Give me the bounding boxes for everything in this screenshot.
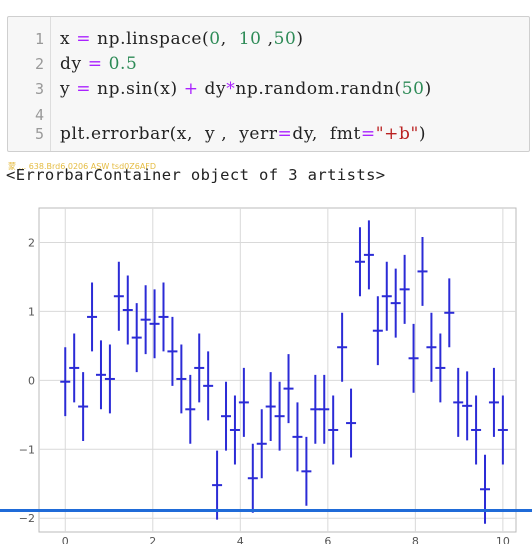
code-token: )	[296, 29, 304, 49]
x-tick-label: 2	[149, 535, 156, 544]
y-tick-label: 2	[28, 236, 35, 249]
code-token: dy, fmt	[292, 124, 361, 144]
code-token: )	[418, 124, 427, 144]
y-tick-label: −2	[19, 512, 35, 525]
code-line: dy = 0.5	[60, 54, 137, 74]
code-line: x = np.linspace(0, 10 ,50)	[60, 29, 304, 49]
line-number: 5	[34, 125, 44, 143]
code-token: 0	[209, 29, 221, 49]
code-token: =	[76, 29, 92, 49]
selection-line	[0, 509, 532, 512]
y-tick-label: 0	[28, 374, 35, 387]
code-token: x	[60, 29, 77, 49]
code-line: plt.errorbar(x, y , yerr=dy, fmt="+b")	[60, 124, 426, 144]
x-tick-label: 0	[62, 535, 69, 544]
code-line: y = np.sin(x) + dy*np.random.randn(50)	[60, 79, 432, 99]
code-cell[interactable]: 1x = np.linspace(0, 10 ,50) 2 dy = 0.5 3 y =…	[7, 16, 530, 152]
code-token: "+b"	[375, 124, 419, 144]
code-token: dy	[60, 54, 88, 74]
x-tick-label: 10	[496, 535, 510, 544]
code-token: np.sin(x)	[91, 79, 184, 99]
y-tick-label: 1	[28, 305, 35, 318]
errorbar-chart: 0 2 4 6 8 10 −2 −1 0 1 2	[19, 207, 517, 544]
code-token: =	[360, 124, 376, 144]
code-token: =	[87, 54, 103, 74]
code-token: ,	[220, 29, 239, 49]
code-token: np.random.randn(	[235, 79, 402, 99]
y-tick-label: −1	[19, 443, 35, 456]
code-token: np.linspace(	[91, 29, 210, 49]
code-token: )	[424, 79, 432, 99]
code-token: 50	[273, 29, 297, 49]
code-token: ,	[261, 29, 274, 49]
line-number: 4	[34, 106, 44, 124]
code-token: *	[226, 79, 236, 99]
code-token: +	[183, 79, 199, 99]
line-number: 3	[34, 80, 44, 98]
code-token: dy	[198, 79, 227, 99]
code-token: =	[76, 79, 92, 99]
code-token: plt.errorbar(x, y , yerr	[60, 124, 278, 144]
x-tick-label: 4	[237, 535, 244, 544]
x-tick-label: 6	[324, 535, 331, 544]
code-token: 0.5	[108, 54, 138, 74]
line-number: 2	[34, 55, 44, 73]
x-tick-label: 8	[412, 535, 419, 544]
code-token: y	[60, 79, 77, 99]
cell-output: <ErrorbarContainer object of 3 artists>	[6, 166, 386, 184]
code-token: 10	[238, 29, 262, 49]
line-number: 1	[34, 30, 44, 48]
code-token: 50	[401, 79, 425, 99]
code-token: =	[277, 124, 293, 144]
